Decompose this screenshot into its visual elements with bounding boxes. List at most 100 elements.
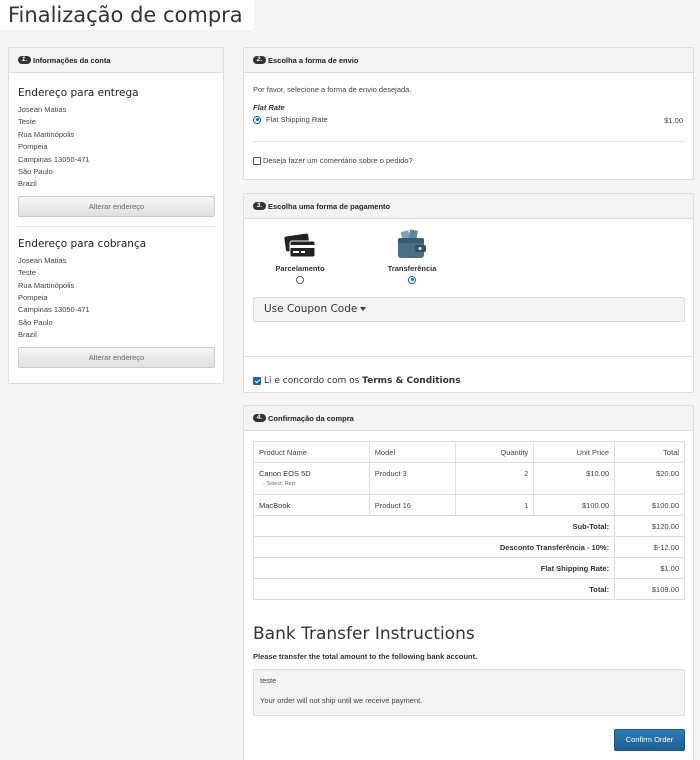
totals-value: $120.00	[614, 515, 685, 537]
account-panel-header: 1. Informações da conta	[9, 48, 223, 73]
comment-checkbox[interactable]	[253, 156, 261, 165]
terms-link[interactable]: Terms & Conditions	[362, 376, 460, 386]
totals-label: Total:	[252, 578, 616, 600]
caret-down-icon	[360, 307, 367, 311]
table-row: Canon EOS 5D - Select: Red Product 3 2 $…	[253, 462, 685, 495]
divider	[18, 225, 215, 227]
divider	[253, 141, 685, 142]
totals-row: Desconto Transferência - 10%: $-12.00	[252, 536, 685, 558]
column-header: Unit Price	[533, 441, 616, 463]
bank-transfer-subtitle: Please transfer the total amount to the …	[253, 652, 478, 661]
product-cell: Canon EOS 5D - Select: Red	[253, 462, 370, 495]
totals-label: Desconto Transferência - 10%:	[252, 536, 616, 558]
bank-details: teste	[260, 676, 277, 685]
payment-panel: 3. Escolha uma forma de pagamento Parcel…	[243, 193, 694, 393]
model-cell: Product 3	[368, 462, 457, 495]
transferencia-radio[interactable]	[408, 275, 416, 284]
payment-option-transferencia[interactable]: Transferência	[382, 228, 442, 284]
address-line: Pompeia	[18, 142, 48, 152]
step-number: 3.	[253, 202, 266, 210]
shipping-method-label: Flat Shipping Rate	[266, 115, 328, 124]
order-table: Product Name Model Quantity Unit Price T…	[252, 441, 685, 600]
comment-label: Deseja fazer um comentário sobre o pedid…	[263, 156, 413, 165]
account-panel: 1. Informações da conta Endereço para en…	[8, 47, 224, 384]
page-title: Finalização de compra	[0, 0, 254, 30]
unit-price-cell: $10.00	[533, 462, 616, 495]
payment-option-parcelamento[interactable]: Parcelamento	[270, 232, 330, 284]
address-line: Josean Matias	[18, 255, 67, 265]
wallet-icon	[398, 229, 426, 258]
address-line: Teste	[18, 268, 36, 278]
credit-cards-icon	[284, 233, 316, 258]
account-panel-title: Informações da conta	[33, 55, 111, 65]
parcelamento-radio[interactable]	[296, 275, 304, 284]
coupon-code-toggle[interactable]: Use Coupon Code	[253, 297, 685, 322]
terms-checkbox[interactable]	[253, 377, 261, 385]
payment-panel-title: Escolha uma forma de pagamento	[268, 201, 391, 211]
address-line: Campinas 13050-471	[18, 154, 90, 164]
totals-value: $-12.00	[614, 536, 685, 558]
comment-option[interactable]: Deseja fazer um comentário sobre o pedid…	[253, 156, 413, 165]
address-line: Brazil	[18, 330, 37, 340]
shipping-method-price: $1.00	[664, 116, 683, 125]
flat-shipping-radio[interactable]	[253, 115, 261, 124]
step-number: 1.	[18, 56, 31, 64]
shipping-method-option[interactable]: Flat Shipping Rate	[253, 115, 328, 124]
bank-note: Your order will not ship until we receiv…	[260, 696, 423, 705]
table-row: MacBook Product 16 1 $100.00 $100.00	[253, 494, 685, 516]
payment-option-label: Transferência	[387, 264, 437, 273]
address-line: Campinas 13050-471	[18, 305, 90, 315]
unit-price-cell: $100.00	[533, 494, 616, 516]
total-cell: $100.00	[614, 494, 685, 516]
delivery-address-heading: Endereço para entrega	[18, 87, 139, 99]
shipping-instruction: Por favor, selecione a forma de envio de…	[253, 85, 412, 94]
billing-address-heading: Endereço para cobrança	[18, 237, 147, 250]
confirm-order-button[interactable]: Confirm Order	[614, 729, 685, 751]
address-line: Pompeia	[18, 293, 48, 303]
terms-option[interactable]: Li e concordo com os Terms & Conditions	[253, 376, 461, 386]
address-line: Teste	[18, 117, 36, 127]
shipping-method-group: Flat Rate	[253, 103, 285, 112]
shipping-panel-title: Escolha a forma de envio	[268, 55, 359, 65]
address-line: São Paulo	[18, 317, 53, 327]
shipping-panel-header: 2. Escolha a forma de envio	[244, 48, 693, 73]
shipping-panel: 2. Escolha a forma de envio Por favor, s…	[243, 47, 694, 180]
change-billing-address-button[interactable]: Alterar endereço	[18, 346, 215, 368]
column-header: Total	[614, 441, 685, 463]
coupon-code-label: Use Coupon Code	[264, 303, 358, 315]
change-delivery-address-button[interactable]: Alterar endereço	[18, 195, 215, 217]
quantity-cell: 2	[455, 462, 535, 495]
totals-row: Flat Shipping Rate: $1.00	[252, 557, 685, 579]
payment-option-label: Parcelamento	[275, 264, 325, 273]
totals-value: $109.00	[614, 578, 685, 600]
terms-prefix: Li e concordo com os	[264, 376, 363, 386]
product-link[interactable]: Canon EOS 5D	[259, 469, 311, 478]
product-option: - Select: Red	[263, 481, 295, 487]
confirm-panel: 4. Confirmação da compra Product Name Mo…	[243, 405, 694, 760]
column-header: Model	[368, 441, 457, 463]
quantity-cell: 1	[455, 494, 535, 516]
delivery-address: Josean Matias Teste Rua Martinópolis Pom…	[18, 104, 223, 191]
totals-label: Flat Shipping Rate:	[252, 557, 616, 579]
billing-address: Josean Matias Teste Rua Martinópolis Pom…	[18, 255, 223, 342]
bank-details-box: teste Your order will not ship until we …	[253, 669, 685, 716]
total-cell: $20.00	[614, 462, 685, 495]
column-header: Quantity	[455, 441, 535, 463]
confirm-panel-header: 4. Confirmação da compra	[244, 406, 693, 431]
product-cell: MacBook	[253, 494, 370, 516]
model-cell: Product 16	[368, 494, 457, 516]
address-line: São Paulo	[18, 167, 53, 177]
confirm-panel-title: Confirmação da compra	[268, 413, 354, 423]
totals-row: Sub-Total: $120.00	[252, 515, 685, 537]
address-line: Josean Matias	[18, 105, 67, 114]
step-number: 2.	[253, 56, 266, 64]
address-line: Brazil	[18, 179, 37, 189]
table-header-row: Product Name Model Quantity Unit Price T…	[253, 441, 685, 463]
product-link[interactable]: MacBook	[259, 501, 290, 510]
payment-panel-header: 3. Escolha uma forma de pagamento	[244, 194, 693, 219]
totals-value: $1.00	[614, 557, 685, 579]
totals-label: Sub-Total:	[252, 515, 616, 537]
column-header: Product Name	[253, 441, 370, 463]
totals-row: Total: $109.00	[252, 578, 685, 600]
bank-transfer-title: Bank Transfer Instructions	[253, 624, 475, 644]
